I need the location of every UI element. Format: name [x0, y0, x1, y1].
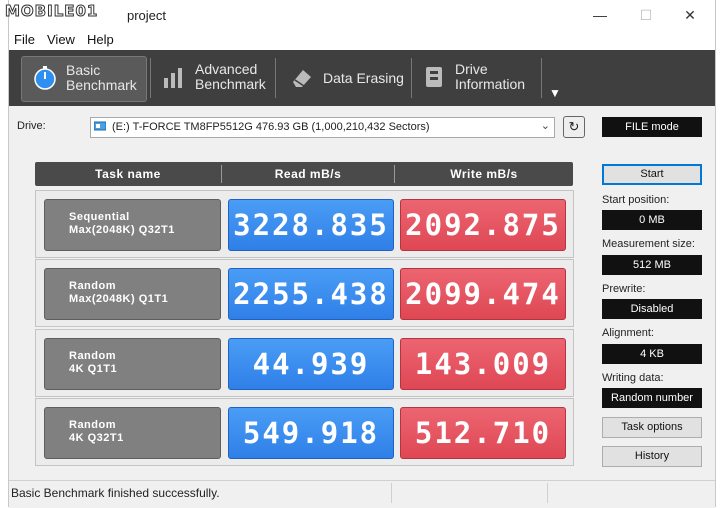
task-button[interactable]: Random 4K Q32T1: [44, 407, 221, 459]
header-read: Read mB/s: [274, 167, 342, 181]
task-button[interactable]: Random 4K Q1T1: [44, 338, 221, 390]
status-message: Basic Benchmark finished successfully.: [11, 486, 220, 500]
tab-advanced-benchmark[interactable]: Advanced Benchmark: [151, 56, 271, 100]
write-value: 2099.474: [400, 268, 566, 320]
task-button[interactable]: Sequential Max(2048K) Q32T1: [44, 199, 221, 251]
alignment-value[interactable]: 4 KB: [602, 344, 702, 364]
start-button[interactable]: Start: [602, 164, 702, 185]
tab-drive-information[interactable]: Drive Information: [411, 56, 535, 100]
drive-label: Drive:: [17, 120, 46, 132]
tab-basic-label: Basic Benchmark: [66, 62, 137, 93]
writing-data-value[interactable]: Random number: [602, 388, 702, 408]
watermark-logo: MOBILE01: [4, 2, 99, 21]
read-value: 2255.438: [228, 268, 394, 320]
bar-chart-icon: [164, 68, 182, 88]
maximize-button[interactable]: ☐: [631, 5, 661, 25]
read-value: 549.918: [228, 407, 394, 459]
title-bar: MOBILE01 project — ☐ ✕: [4, 0, 715, 30]
write-value: 143.009: [400, 338, 566, 390]
tab-basic-benchmark[interactable]: Basic Benchmark: [21, 56, 147, 102]
history-button[interactable]: History: [602, 446, 702, 467]
refresh-icon: ↻: [568, 119, 580, 134]
write-value: 2092.875: [400, 199, 566, 251]
drive-icon: [94, 121, 106, 131]
refresh-button[interactable]: ↻: [563, 116, 585, 138]
drive-select[interactable]: (E:) T-FORCE TM8FP5512G 476.93 GB (1,000…: [90, 117, 555, 138]
drive-info-icon: [426, 67, 442, 87]
tab-data-erasing-label: Data Erasing: [323, 70, 404, 86]
task-options-button[interactable]: Task options: [602, 417, 702, 438]
app-window: MOBILE01 project — ☐ ✕ File View Help Ba…: [4, 0, 716, 508]
window-title: project: [127, 8, 167, 23]
toolbar-divider: [275, 58, 276, 98]
toolbar: Basic Benchmark Advanced Benchmark Data …: [9, 50, 715, 106]
result-row-random-4k-q1t1: Random 4K Q1T1 44.939 143.009: [35, 329, 574, 397]
stopwatch-icon: [34, 66, 56, 90]
menu-help[interactable]: Help: [87, 32, 114, 47]
drive-select-value: (E:) T-FORCE TM8FP5512G 476.93 GB (1,000…: [112, 121, 430, 133]
alignment-label: Alignment:: [602, 327, 654, 339]
header-task-name: Task name: [95, 167, 161, 181]
result-row-random-max-q1t1: Random Max(2048K) Q1T1 2255.438 2099.474: [35, 259, 574, 327]
menu-bar: File View Help: [9, 30, 715, 50]
measurement-size-label: Measurement size:: [602, 238, 695, 250]
start-position-value[interactable]: 0 MB: [602, 210, 702, 230]
menu-view[interactable]: View: [47, 32, 75, 47]
chevron-down-icon: ⌄: [540, 120, 550, 132]
results-header: Task name Read mB/s Write mB/s: [35, 162, 573, 186]
task-button[interactable]: Random Max(2048K) Q1T1: [44, 268, 221, 320]
write-value: 512.710: [400, 407, 566, 459]
file-mode-badge[interactable]: FILE mode: [602, 117, 702, 137]
read-value: 3228.835: [228, 199, 394, 251]
toolbar-divider: [541, 58, 542, 98]
menu-file[interactable]: File: [14, 32, 35, 47]
prewrite-label: Prewrite:: [602, 283, 646, 295]
tab-data-erasing[interactable]: Data Erasing: [279, 56, 407, 100]
eraser-icon: [293, 70, 311, 87]
measurement-size-value[interactable]: 512 MB: [602, 255, 702, 275]
start-position-label: Start position:: [602, 194, 670, 206]
status-divider: [391, 483, 392, 503]
writing-data-label: Writing data:: [602, 372, 664, 384]
result-row-random-4k-q32t1: Random 4K Q32T1 549.918 512.710: [35, 398, 574, 466]
more-tabs-arrow-icon[interactable]: ▼: [549, 86, 561, 100]
read-value: 44.939: [228, 338, 394, 390]
result-row-seq-q32t1: Sequential Max(2048K) Q32T1 3228.835 209…: [35, 190, 574, 258]
main-panel: Drive: (E:) T-FORCE TM8FP5512G 476.93 GB…: [9, 106, 715, 480]
status-bar: Basic Benchmark finished successfully.: [9, 480, 715, 508]
close-button[interactable]: ✕: [675, 5, 705, 25]
header-write: Write mB/s: [450, 167, 518, 181]
prewrite-value[interactable]: Disabled: [602, 299, 702, 319]
tab-advanced-label: Advanced Benchmark: [195, 61, 266, 92]
status-divider: [547, 483, 548, 503]
minimize-button[interactable]: —: [585, 5, 615, 25]
tab-drive-info-label: Drive Information: [455, 61, 526, 92]
